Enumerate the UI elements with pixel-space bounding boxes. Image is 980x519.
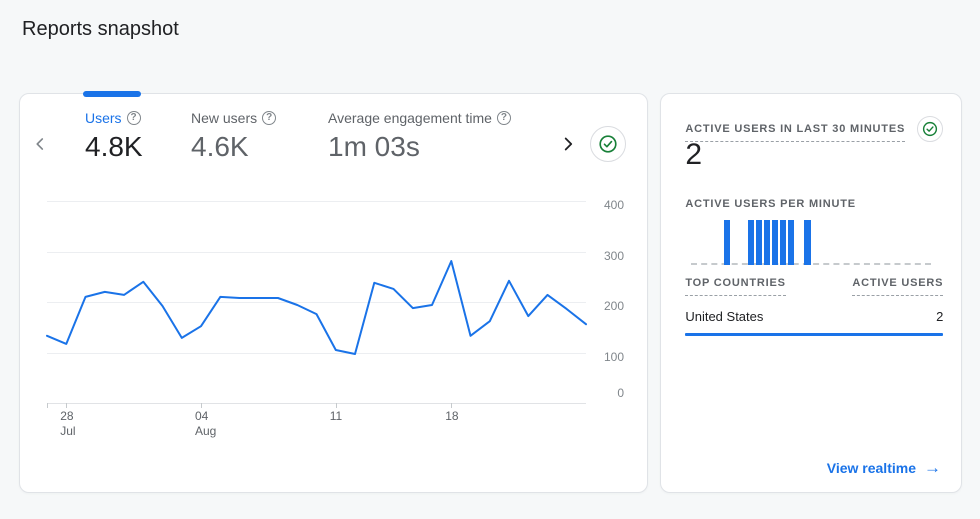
country-name: United States [685, 309, 764, 324]
metric-avg-engagement-label[interactable]: Average engagement time [328, 110, 492, 126]
metric-new-users-value: 4.6K [191, 131, 249, 162]
x-tick-mark [66, 403, 68, 408]
active-users-header[interactable]: ACTIVE USERS [852, 277, 944, 296]
x-tick-label: 28 Jul [60, 409, 76, 438]
metric-new-users[interactable]: New users ? 4.6K [191, 109, 328, 163]
help-icon[interactable]: ? [496, 111, 511, 125]
metric-users[interactable]: Users ? 4.8K [85, 109, 191, 163]
view-realtime-label: View realtime [826, 460, 916, 476]
y-tick-label: 0 [617, 386, 624, 400]
gridline [47, 403, 586, 404]
x-axis-labels: 28 Jul 04 Aug 11 18 [47, 409, 586, 441]
page-title: Reports snapshot [22, 18, 179, 40]
minute-bar [723, 220, 731, 265]
active-users-per-minute-label: ACTIVE USERS PER MINUTE [685, 198, 856, 210]
page: { "page": { "title": "Reports snapshot" … [0, 16, 980, 519]
metric-new-users-label[interactable]: New users [191, 110, 257, 126]
y-tick-label: 300 [603, 248, 624, 263]
x-tick-mark [451, 403, 453, 408]
metric-avg-engagement-time[interactable]: Average engagement time ? 1m 03s [328, 109, 528, 163]
active-users-30min-label[interactable]: ACTIVE USERS IN LAST 30 MINUTES [685, 123, 906, 142]
top-countries-header[interactable]: TOP COUNTRIES [685, 277, 786, 296]
prev-metrics-button[interactable] [26, 130, 54, 158]
x-tick-label: 11 [329, 409, 343, 423]
x-tick-label: 04 Aug [195, 409, 217, 438]
x-tick-mark [47, 403, 48, 408]
metrics-header: Users ? 4.8K New users ? 4.6K Average en… [85, 109, 528, 163]
minute-bar [779, 220, 787, 265]
y-tick-label: 400 [603, 198, 624, 212]
chevron-right-icon [564, 137, 573, 151]
minute-bar [763, 220, 771, 265]
x-tick-mark [201, 403, 202, 408]
minute-bar [771, 220, 779, 265]
active-users-per-minute-chart[interactable] [691, 220, 932, 265]
data-quality-badge[interactable] [590, 126, 626, 162]
cards-row: Users ? 4.8K New users ? 4.6K Average en… [19, 91, 962, 493]
metric-users-value: 4.8K [85, 131, 143, 162]
y-tick-label: 200 [603, 299, 624, 313]
minute-bar [755, 220, 763, 265]
realtime-card: ACTIVE USERS IN LAST 30 MINUTES 2 ACTIVE… [660, 93, 962, 493]
check-circle-icon [923, 121, 938, 137]
chevron-left-icon [36, 138, 44, 150]
metric-users-label[interactable]: Users [85, 110, 122, 126]
y-axis-labels: 0 100 200 300 400 [594, 198, 624, 403]
check-circle-icon [599, 135, 617, 153]
country-row[interactable]: United States 2 [685, 309, 943, 324]
next-metrics-button[interactable] [554, 130, 582, 158]
x-tick-label: 18 [445, 409, 459, 423]
country-share-bar [685, 333, 944, 336]
view-realtime-link[interactable]: View realtime → [826, 458, 941, 477]
minute-bar [747, 220, 755, 265]
overview-card: Users ? 4.8K New users ? 4.6K Average en… [19, 91, 649, 493]
help-icon[interactable]: ? [262, 111, 277, 125]
country-active-users: 2 [936, 309, 944, 324]
users-trend-line [46, 260, 587, 355]
top-countries-table: TOP COUNTRIES ACTIVE USERS United States… [685, 277, 944, 336]
minute-bar [803, 220, 811, 265]
arrow-right-icon: → [924, 458, 941, 477]
metric-avg-engagement-value: 1m 03s [328, 131, 420, 162]
data-quality-badge[interactable] [917, 116, 944, 142]
users-line-chart[interactable] [46, 201, 587, 408]
users-tab-indicator [83, 91, 141, 97]
x-tick-mark [335, 403, 337, 408]
active-users-count: 2 [685, 138, 703, 171]
minute-bar [787, 220, 795, 265]
y-tick-label: 100 [603, 349, 624, 364]
realtime-header: ACTIVE USERS IN LAST 30 MINUTES [685, 116, 944, 142]
help-icon[interactable]: ? [126, 111, 141, 125]
